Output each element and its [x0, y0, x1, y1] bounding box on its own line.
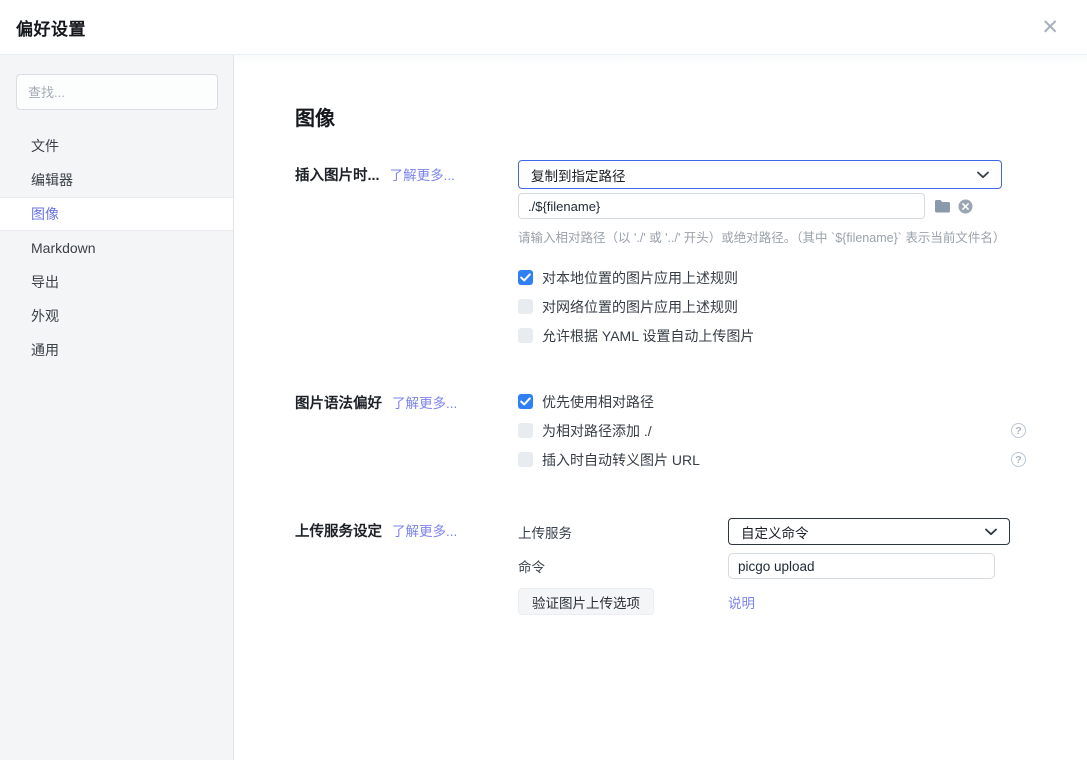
learn-more-link[interactable]: 了解更多... [390, 168, 455, 183]
checkbox-unchecked-icon [518, 452, 533, 467]
sidebar-item-markdown[interactable]: Markdown [0, 231, 233, 265]
learn-more-link[interactable]: 了解更多... [392, 396, 457, 411]
checkbox-yaml-auto-upload[interactable]: 允许根据 YAML 设置自动上传图片 [518, 328, 1026, 343]
image-settings-panel: 图像 插入图片时... 了解更多... 复制到指定路径 [234, 55, 1087, 760]
section-image-syntax: 图片语法偏好了解更多... 优先使用相对路径 为相对路径添加 ./ ? [295, 394, 1087, 467]
docs-link[interactable]: 说明 [728, 592, 755, 612]
chevron-down-icon [977, 171, 989, 179]
section-upload-service: 上传服务设定了解更多... 上传服务 自定义命令 命令 验证图片上传选项 [295, 518, 1087, 623]
checkbox-prefer-relative-path[interactable]: 优先使用相对路径 [518, 394, 1026, 409]
dialog-header: 偏好设置 ✕ [0, 0, 1087, 55]
command-label: 命令 [518, 556, 728, 576]
chevron-down-icon [985, 528, 997, 536]
image-path-input[interactable] [518, 193, 925, 219]
path-hint: 请输入相对路径（以 './' 或 '../' 开头）或绝对路径。（其中 `${f… [518, 227, 1026, 246]
section-insert-image: 插入图片时...了解更多... 复制到指定路径 请输入相对路径（以 './' 或 [295, 160, 1087, 343]
sidebar-item-editor[interactable]: 编辑器 [0, 163, 233, 197]
checkbox-unchecked-icon [518, 423, 533, 438]
checkbox-apply-network-images[interactable]: 对网络位置的图片应用上述规则 [518, 299, 1026, 314]
folder-icon[interactable] [934, 199, 951, 213]
copy-destination-select[interactable]: 复制到指定路径 [518, 160, 1002, 189]
upload-service-label: 上传服务 [518, 522, 728, 542]
help-icon[interactable]: ? [1011, 423, 1026, 438]
learn-more-link[interactable]: 了解更多... [392, 524, 457, 539]
dialog-title: 偏好设置 [16, 15, 86, 40]
sidebar-item-image[interactable]: 图像 [0, 197, 233, 231]
close-icon[interactable]: ✕ [1041, 17, 1059, 38]
insert-image-label: 插入图片时... [295, 168, 380, 184]
upload-service-section-label: 上传服务设定 [295, 524, 382, 540]
sidebar-item-export[interactable]: 导出 [0, 265, 233, 299]
command-input[interactable] [728, 553, 995, 579]
checkbox-apply-local-images[interactable]: 对本地位置的图片应用上述规则 [518, 270, 1026, 285]
image-syntax-label: 图片语法偏好 [295, 396, 382, 412]
checkbox-add-dot-slash[interactable]: 为相对路径添加 ./ ? [518, 423, 1026, 438]
sidebar-nav: 文件 编辑器 图像 Markdown 导出 外观 通用 [0, 129, 233, 367]
checkbox-unchecked-icon [518, 328, 533, 343]
settings-sidebar: 文件 编辑器 图像 Markdown 导出 外观 通用 [0, 55, 234, 760]
sidebar-item-general[interactable]: 通用 [0, 333, 233, 367]
sidebar-item-files[interactable]: 文件 [0, 129, 233, 163]
validate-upload-button[interactable]: 验证图片上传选项 [518, 588, 654, 615]
page-title: 图像 [295, 102, 1087, 131]
help-icon[interactable]: ? [1011, 452, 1026, 467]
sidebar-item-appearance[interactable]: 外观 [0, 299, 233, 333]
checkbox-checked-icon [518, 270, 533, 285]
checkbox-escape-image-url[interactable]: 插入时自动转义图片 URL ? [518, 452, 1026, 467]
upload-service-select[interactable]: 自定义命令 [728, 518, 1010, 545]
clear-icon[interactable] [958, 199, 973, 214]
search-input[interactable] [16, 74, 218, 110]
checkbox-unchecked-icon [518, 299, 533, 314]
checkbox-checked-icon [518, 394, 533, 409]
